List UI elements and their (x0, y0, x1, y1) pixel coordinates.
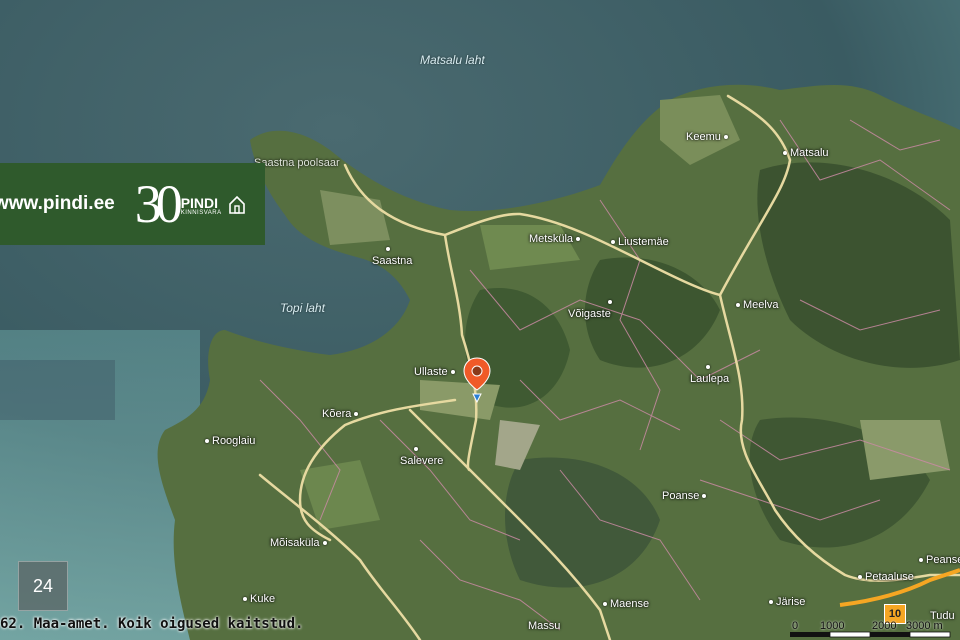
place-rooglaiu[interactable]: Rooglaiu (202, 435, 255, 447)
water-label-topi: Topi laht (280, 301, 325, 315)
scale-label-1000: 1000 (820, 620, 845, 632)
place-salevere[interactable]: Salevere (400, 443, 443, 467)
copyright-notice: 62. Maa-amet. Koik oigused kaitstud. (0, 616, 304, 632)
place-maense[interactable]: Maense (600, 598, 649, 610)
brand-logo: PINDI KINNISVARA (181, 196, 222, 216)
place-matsalu[interactable]: Matsalu (780, 147, 829, 159)
place-peanse[interactable]: Peanse (916, 554, 960, 566)
peninsula-label: Saastna poolsaar (254, 157, 340, 169)
layer-badge-button[interactable]: 24 (18, 561, 68, 611)
place-massu[interactable]: Massu (528, 620, 560, 632)
house-icon (228, 195, 245, 214)
scale-label-3000: 3000 m (906, 620, 943, 632)
place-metskula[interactable]: Metsküla (529, 233, 583, 245)
place-moisakula[interactable]: Mõisaküla (270, 537, 330, 549)
brand-sub: KINNISVARA (180, 210, 222, 216)
pindi-banner[interactable]: www.pindi.ee 30 PINDI KINNISVARA (0, 163, 265, 245)
anniversary-number: 30 (134, 174, 183, 234)
place-poanse[interactable]: Poanse (662, 490, 709, 502)
place-laulepa[interactable]: Laulepa (690, 361, 729, 385)
place-kuke[interactable]: Kuke (240, 593, 275, 605)
place-meelva[interactable]: Meelva (733, 299, 778, 311)
map-canvas[interactable] (0, 0, 960, 640)
place-voigaste[interactable]: Võigaste (568, 296, 615, 320)
place-liustemae[interactable]: Liustemäe (608, 236, 669, 248)
place-keemu[interactable]: Keemu (686, 131, 731, 143)
place-saastna[interactable]: Saastna (372, 243, 412, 267)
scale-bar: 0 1000 2000 3000 m (790, 620, 960, 640)
place-petaaluse[interactable]: Petaaluse (855, 571, 914, 583)
location-pin-icon[interactable] (462, 356, 492, 404)
place-ullaste[interactable]: Ullaste (414, 366, 458, 378)
scale-label-0: 0 (792, 620, 799, 632)
brand-name: PINDI (180, 195, 219, 211)
place-koera[interactable]: Kõera (322, 408, 361, 420)
website-url[interactable]: www.pindi.ee (0, 193, 115, 215)
place-jarise[interactable]: Järise (766, 596, 805, 608)
scale-label-2000: 2000 (872, 620, 897, 632)
water-label-matsalu: Matsalu laht (420, 53, 485, 67)
